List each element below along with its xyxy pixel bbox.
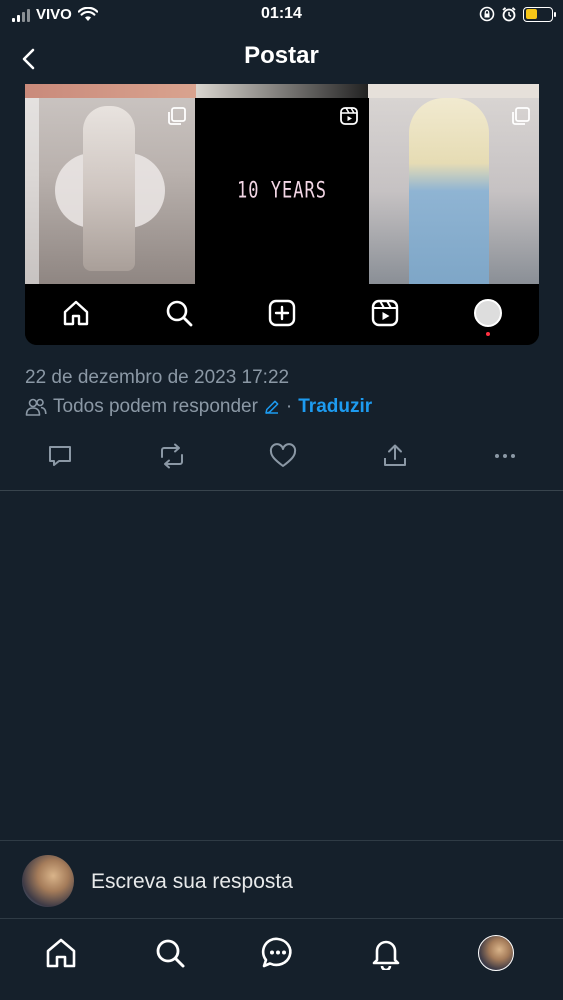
repost-icon [161, 443, 183, 469]
home-icon [46, 938, 76, 968]
avatar [22, 855, 74, 907]
grid-tile: 10 YEARS [197, 98, 367, 284]
profile-avatar [478, 935, 514, 971]
post-timestamp: 22 de dezembro de 2023 17:22 [25, 367, 290, 388]
header: Postar [0, 32, 563, 84]
audience-label: Todos podem responder [53, 396, 258, 417]
profile-avatar [471, 296, 505, 336]
nav-search[interactable] [150, 933, 190, 973]
bottom-nav [0, 918, 563, 1000]
status-bar: VIVO 01:14 [0, 0, 563, 32]
reply-input[interactable]: Escreva sua resposta [91, 870, 293, 894]
messages-icon [261, 937, 292, 968]
reels-icon [340, 107, 358, 125]
like-icon [269, 443, 297, 467]
image-grid: 10 YEARS [25, 98, 539, 284]
carousel-icon [168, 107, 186, 125]
people-icon [25, 398, 47, 416]
nav-profile[interactable] [476, 933, 516, 973]
nav-home[interactable] [41, 933, 81, 973]
repost-button[interactable] [154, 438, 190, 474]
status-right [479, 6, 556, 22]
reply-icon [49, 446, 71, 466]
grid-tile [25, 98, 195, 284]
like-button[interactable] [265, 438, 301, 474]
reply-button[interactable] [42, 438, 78, 474]
tile-caption: 10 YEARS [237, 178, 327, 204]
more-button[interactable] [487, 438, 523, 474]
page-title: Postar [244, 42, 319, 69]
photo-subject [83, 106, 135, 271]
notification-dot [485, 331, 490, 336]
translate-link[interactable]: Traduzir [298, 396, 372, 418]
share-button[interactable] [377, 438, 413, 474]
screen-lock-icon [479, 6, 495, 22]
post-actions [0, 438, 563, 474]
divider [0, 490, 563, 491]
more-icon [495, 454, 515, 458]
notifications-icon [372, 940, 400, 970]
home-icon [59, 296, 93, 330]
search-icon [162, 296, 196, 330]
alarm-icon [502, 7, 516, 22]
separator-dot: · [285, 396, 293, 417]
battery-fill [525, 9, 537, 19]
share-icon [384, 444, 406, 466]
image-top-strip [25, 84, 539, 98]
grid-tile [369, 98, 539, 284]
embedded-app-nav [25, 284, 539, 345]
nav-messages[interactable] [258, 933, 298, 973]
nav-notifications[interactable] [366, 933, 406, 973]
reels-icon [368, 296, 402, 330]
pencil-icon[interactable] [264, 399, 280, 415]
search-icon [156, 939, 185, 968]
battery-icon [523, 6, 556, 22]
carousel-icon [512, 107, 530, 125]
reply-audience: Todos podem responder · Traduzir [25, 396, 372, 418]
reply-bar[interactable]: Escreva sua resposta [0, 840, 563, 918]
create-icon [265, 296, 299, 330]
post-image[interactable]: 10 YEARS [25, 84, 539, 345]
photo-subject [409, 98, 489, 284]
